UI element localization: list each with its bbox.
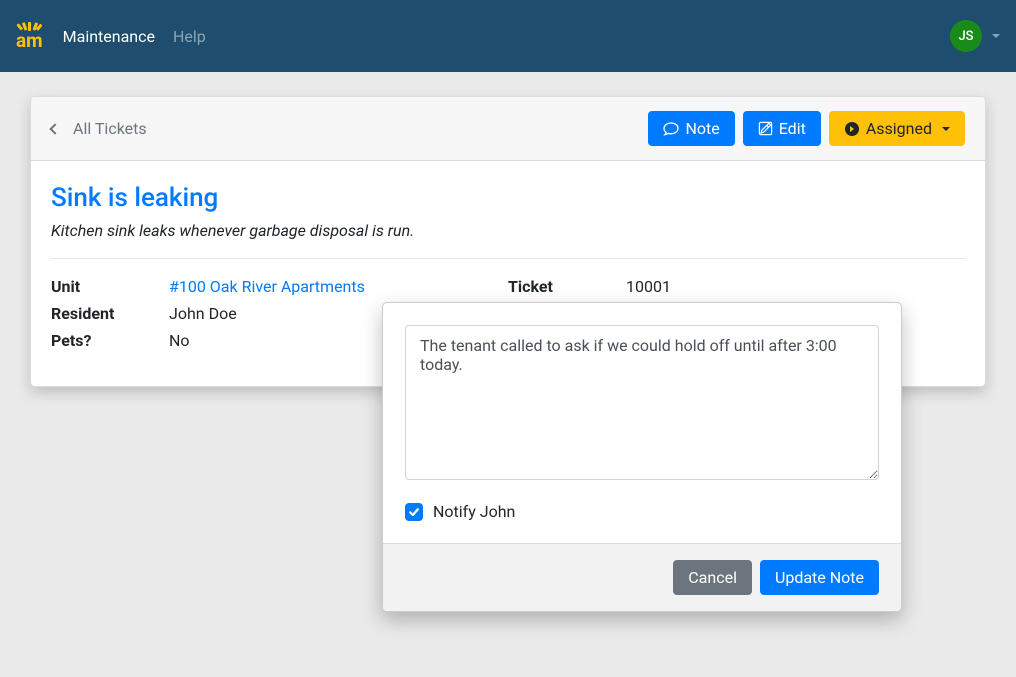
modal-footer: Cancel Update Note (383, 543, 901, 611)
notify-label: Notify John (433, 502, 515, 521)
avatar[interactable]: JS (950, 20, 982, 52)
edit-button[interactable]: Edit (743, 111, 821, 146)
status-button[interactable]: Assigned (829, 111, 965, 146)
note-textarea[interactable] (405, 325, 879, 480)
comment-icon (663, 121, 679, 137)
cancel-button[interactable]: Cancel (673, 560, 752, 595)
resident-value: John Doe (169, 304, 237, 323)
detail-label-pets: Pets? (51, 331, 169, 350)
note-button-label: Note (685, 119, 719, 138)
navbar-right: JS (950, 20, 1000, 52)
pets-value: No (169, 331, 190, 350)
arrow-right-circle-icon (844, 121, 860, 137)
logo[interactable]: am (16, 22, 43, 50)
nav-links: Maintenance Help (63, 27, 206, 46)
edit-button-label: Edit (779, 119, 806, 138)
unit-link[interactable]: #100 Oak River Apartments (169, 277, 365, 296)
edit-icon (758, 121, 773, 136)
card-header: All Tickets Note Edit Assigned (31, 97, 985, 161)
nav-link-maintenance[interactable]: Maintenance (63, 27, 155, 46)
back-link[interactable]: All Tickets (51, 119, 147, 138)
ticket-number-value: 10001 (626, 277, 671, 296)
check-icon (408, 506, 420, 518)
header-actions: Note Edit Assigned (648, 111, 965, 146)
modal-body: Notify John (383, 303, 901, 543)
nav-link-help[interactable]: Help (173, 27, 206, 46)
navbar-left: am Maintenance Help (16, 22, 206, 50)
status-caret-icon (942, 127, 950, 131)
detail-unit: Unit #100 Oak River Apartments (51, 277, 508, 296)
detail-label-unit: Unit (51, 277, 169, 296)
note-button[interactable]: Note (648, 111, 734, 146)
note-modal: Notify John Cancel Update Note (382, 302, 902, 612)
detail-label-ticket: Ticket (508, 277, 626, 296)
status-button-label: Assigned (866, 119, 932, 138)
ticket-description: Kitchen sink leaks whenever garbage disp… (51, 221, 965, 259)
chevron-left-icon (49, 123, 60, 134)
logo-text: am (16, 31, 43, 50)
back-link-label: All Tickets (73, 119, 147, 138)
update-note-button[interactable]: Update Note (760, 560, 879, 595)
user-menu-caret-icon[interactable] (992, 34, 1000, 38)
notify-checkbox-row[interactable]: Notify John (405, 502, 879, 521)
ticket-title[interactable]: Sink is leaking (51, 183, 965, 213)
navbar: am Maintenance Help JS (0, 0, 1016, 72)
notify-checkbox[interactable] (405, 503, 423, 521)
detail-ticket: Ticket 10001 (508, 277, 965, 296)
detail-label-resident: Resident (51, 304, 169, 323)
